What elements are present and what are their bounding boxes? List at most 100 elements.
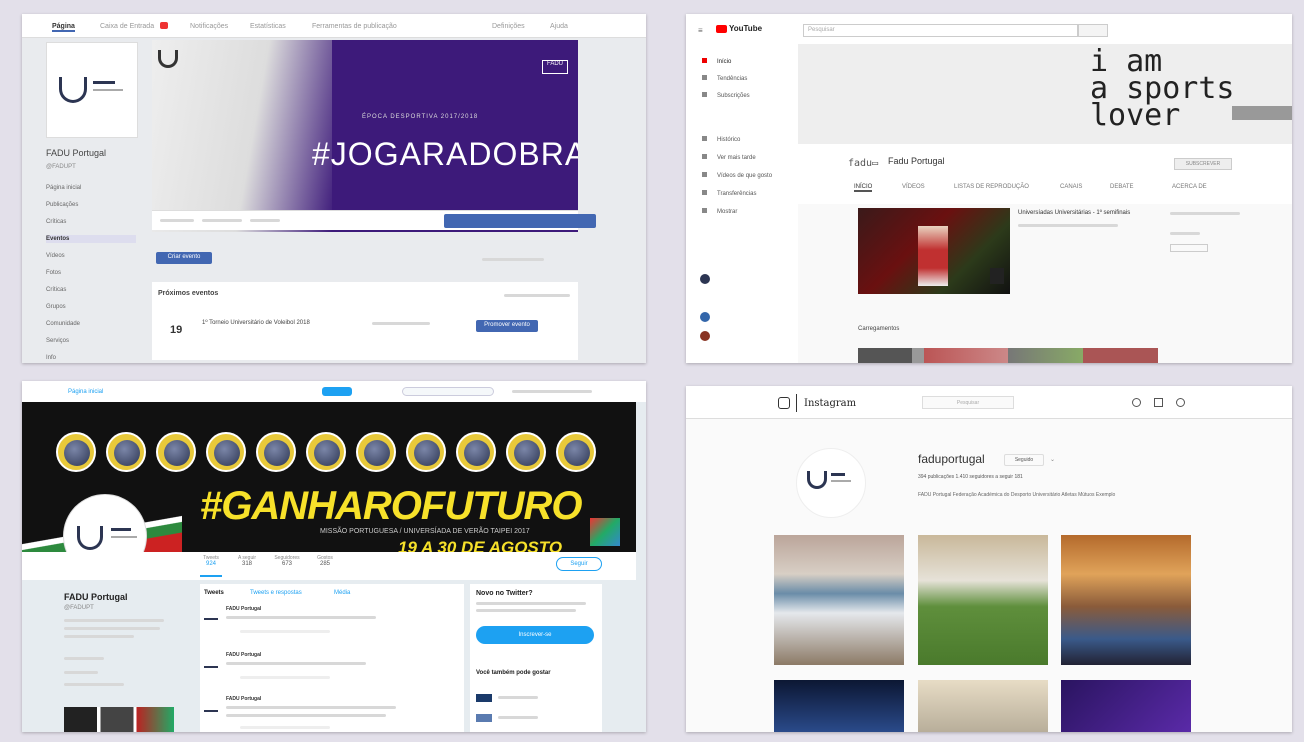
suggestion-avatar[interactable]	[476, 694, 492, 702]
nav-downloads[interactable]: Transferências	[702, 190, 756, 197]
tab-discussion[interactable]: DEBATE	[1110, 184, 1134, 190]
tab-videos[interactable]: VÍDEOS	[902, 184, 925, 190]
camera-icon[interactable]	[778, 397, 790, 409]
nav-trending[interactable]: Tendências	[702, 75, 747, 82]
nav-home[interactable]: Página inicial	[46, 185, 81, 191]
banner-links[interactable]	[1232, 106, 1292, 120]
download-icon	[702, 190, 707, 195]
tab-pagina[interactable]: Página	[52, 23, 75, 32]
inbox-badge	[160, 22, 168, 29]
post-thumbnail[interactable]	[1061, 680, 1191, 732]
search-input[interactable]	[402, 387, 494, 396]
nav-info[interactable]: Info	[46, 355, 56, 361]
profile-avatar[interactable]	[796, 448, 866, 518]
athlete-photo	[156, 432, 196, 472]
tweet-avatar[interactable]	[204, 658, 218, 668]
search-input[interactable]: Pesquisar	[803, 24, 1078, 37]
subscribe-button[interactable]: SUBSCREVER	[1174, 158, 1232, 170]
nav-groups[interactable]: Grupos	[46, 304, 66, 310]
feed-tab-media[interactable]: Média	[334, 590, 350, 596]
tab-inbox[interactable]: Caixa de Entrada	[100, 23, 154, 30]
profile-username: faduportugal	[918, 452, 985, 466]
featured-video-thumbnail[interactable]	[858, 208, 1010, 294]
tab-playlists[interactable]: LISTAS DE REPRODUÇÃO	[954, 184, 1029, 190]
uploads-thumbnails[interactable]	[858, 348, 1158, 363]
page-name: FADU Portugal	[46, 148, 107, 158]
create-event-button[interactable]: Criar evento	[156, 252, 212, 264]
event-title[interactable]: 1º Torneio Universitário de Voleibol 201…	[202, 320, 310, 326]
profile-nav: Tweets 924 A seguir 318 Seguidores 673 Gost…	[22, 552, 636, 580]
subscription-avatar[interactable]	[700, 312, 710, 322]
nav-history[interactable]: Histórico	[702, 136, 740, 143]
nav-photos[interactable]: Fotos	[46, 270, 61, 276]
stat-followers[interactable]: Seguidores 673	[272, 555, 302, 567]
nav-reviews[interactable]: Críticas	[46, 219, 66, 225]
athlete-photo	[456, 432, 496, 472]
subscription-avatar[interactable]	[700, 274, 710, 284]
cover-athletes-illustration	[152, 40, 332, 232]
tweet-author: FADU Portugal	[226, 696, 262, 702]
tab-notifications[interactable]: Notificações	[190, 23, 228, 30]
follow-button[interactable]: Seguir	[556, 557, 602, 571]
chevron-down-icon[interactable]: ⌄	[1050, 456, 1058, 464]
nav-events[interactable]: Eventos	[46, 235, 136, 243]
nav-subscriptions[interactable]: Subscrições	[702, 92, 750, 99]
cover-tagline: ÉPOCA DESPORTIVA 2017/2018	[362, 114, 479, 120]
tab-publishing-tools[interactable]: Ferramentas de publicação	[312, 23, 397, 30]
search-button[interactable]	[1078, 24, 1108, 37]
post-thumbnail[interactable]	[918, 680, 1048, 732]
nav-watch-later[interactable]: Ver mais tarde	[702, 154, 756, 161]
subscription-avatar[interactable]	[700, 331, 710, 341]
banner-hashtag: #GANHAROFUTURO	[200, 484, 583, 528]
menu-icon[interactable]: ≡	[698, 26, 703, 35]
nav-show-more[interactable]: Mostrar	[702, 208, 737, 215]
history-icon	[702, 136, 707, 141]
nav-reviews-2[interactable]: Críticas	[46, 287, 66, 293]
channel-avatar: fadu▭	[848, 158, 879, 169]
tweet-author: FADU Portugal	[226, 652, 262, 658]
nav-videos[interactable]: Vídeos	[46, 253, 65, 259]
compass-icon[interactable]	[1132, 398, 1141, 407]
home-icon	[702, 58, 707, 63]
following-button[interactable]: Seguido	[1004, 454, 1044, 466]
tweet-avatar[interactable]	[204, 702, 218, 712]
event-day: 19	[170, 324, 183, 336]
profile-icon[interactable]	[1176, 398, 1185, 407]
post-thumbnail[interactable]	[918, 535, 1048, 665]
youtube-logo[interactable]: YouTube	[716, 24, 762, 33]
home-link[interactable]: Página inicial	[68, 389, 103, 395]
tab-help[interactable]: Ajuda	[550, 23, 568, 30]
feed-tab-replies[interactable]: Tweets e respostas	[250, 590, 302, 596]
media-thumbnails[interactable]	[64, 707, 174, 732]
search-input[interactable]: Pesquisar	[922, 396, 1014, 409]
nav-home[interactable]: Início	[702, 58, 731, 65]
athlete-photo	[206, 432, 246, 472]
stat-tweets[interactable]: Tweets 924	[200, 555, 222, 577]
tab-insights[interactable]: Estatísticas	[250, 23, 286, 30]
stat-likes[interactable]: Gostos 285	[314, 555, 336, 567]
promote-event-button[interactable]: Promover evento	[476, 320, 538, 332]
profile-stats: 394 publicações 1.410 seguidores a segui…	[918, 474, 1023, 480]
video-title[interactable]: Universíadas Universitárias - 1º semifin…	[1018, 210, 1158, 216]
tweet-avatar[interactable]	[204, 610, 218, 620]
feed-tab-tweets[interactable]: Tweets	[204, 590, 224, 596]
tab-channels[interactable]: CANAIS	[1060, 184, 1082, 190]
stat-following[interactable]: A seguir 318	[234, 555, 260, 567]
tab-about[interactable]: ACERCA DE	[1172, 184, 1207, 190]
nav-posts[interactable]: Publicações	[46, 202, 78, 208]
nav-community[interactable]: Comunidade	[46, 321, 80, 327]
send-message-button[interactable]	[444, 214, 596, 228]
instagram-top-bar: Instagram Pesquisar	[686, 386, 1292, 419]
post-thumbnail[interactable]	[774, 680, 904, 732]
heart-icon[interactable]	[1154, 398, 1163, 407]
tab-home[interactable]: INÍCIO	[854, 184, 873, 192]
subscribe-small-button[interactable]	[1170, 244, 1208, 252]
suggestion-avatar[interactable]	[476, 714, 492, 722]
post-thumbnail[interactable]	[774, 535, 904, 665]
tab-settings[interactable]: Definições	[492, 23, 525, 30]
nav-services[interactable]: Serviços	[46, 338, 69, 344]
signup-button[interactable]: Inscrever-se	[476, 626, 594, 644]
post-thumbnail[interactable]	[1061, 535, 1191, 665]
instagram-logo[interactable]: Instagram	[804, 398, 856, 409]
nav-liked[interactable]: Vídeos de que gosto	[702, 172, 772, 179]
